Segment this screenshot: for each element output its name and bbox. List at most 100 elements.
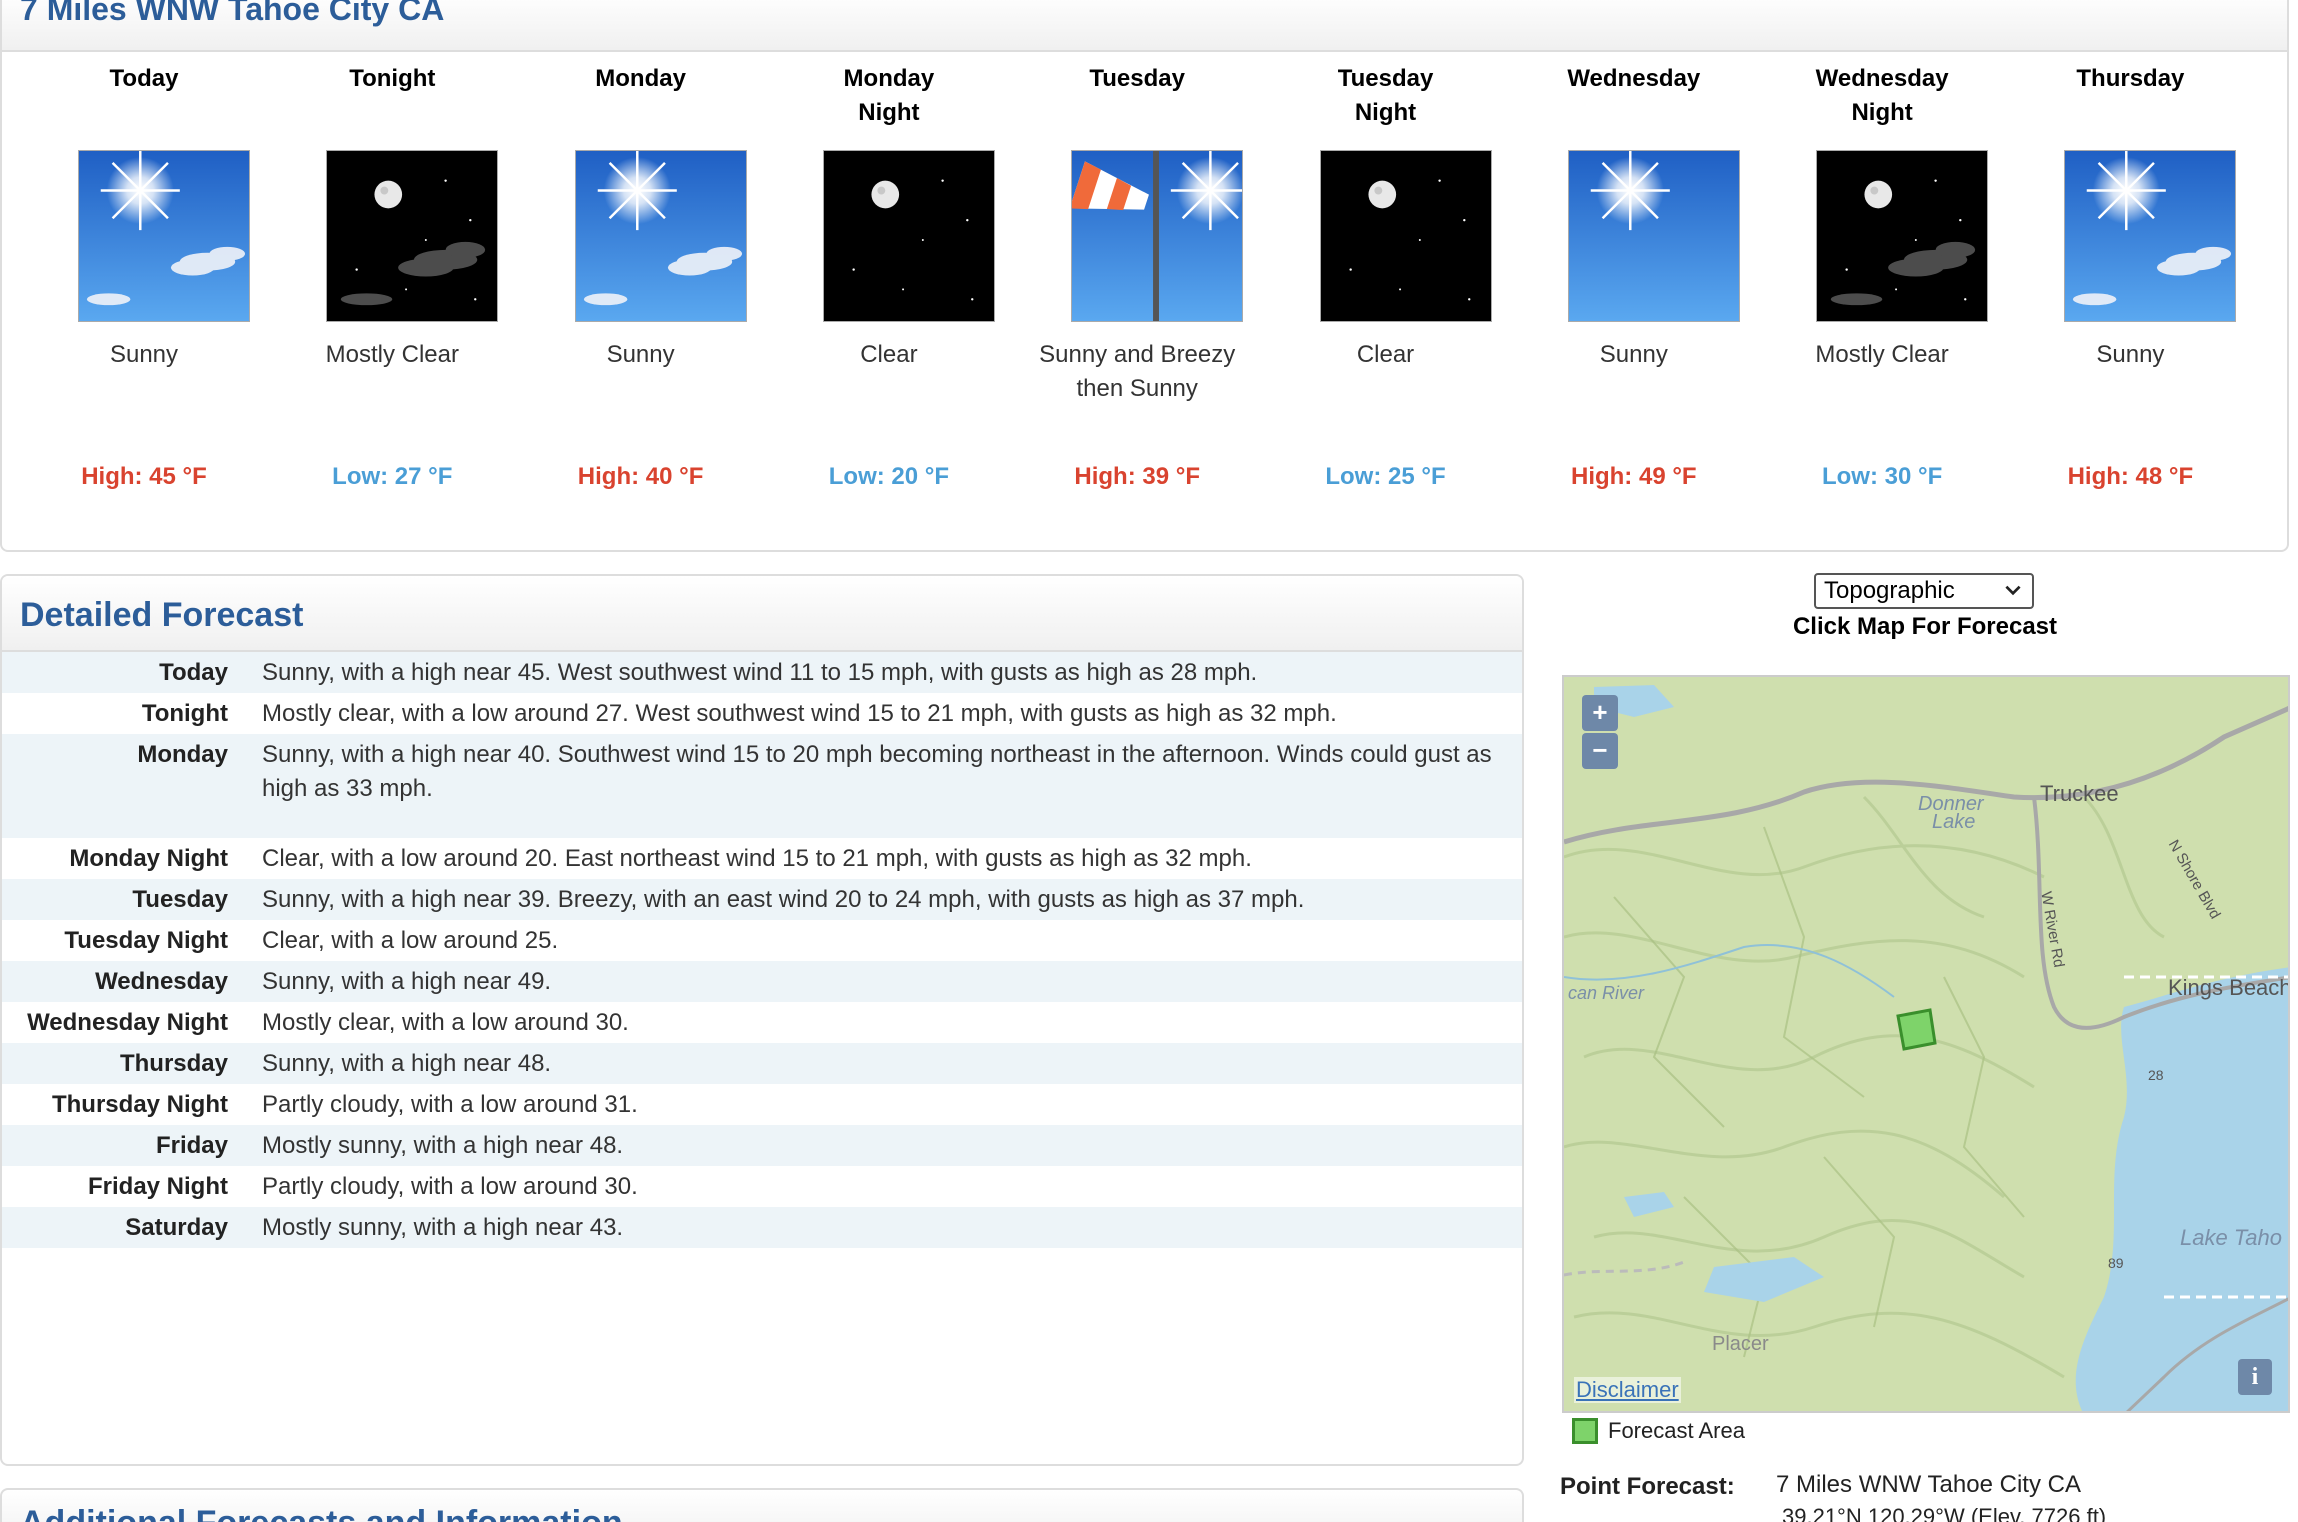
row-text: Partly cloudy, with a low around 30. bbox=[262, 1173, 638, 1200]
detailed-forecast-row: Monday Sunny, with a high near 40. Southw… bbox=[2, 734, 1522, 838]
panel-header: 7 Miles WNW Tahoe City CA bbox=[2, 0, 2287, 52]
map-label-river: can River bbox=[1568, 983, 1645, 1003]
disclaimer-link[interactable]: Disclaimer bbox=[1574, 1377, 1681, 1403]
zoom-out-button[interactable]: − bbox=[1582, 733, 1618, 769]
mostly-clear-night-icon[interactable] bbox=[326, 150, 499, 322]
clear-night-icon[interactable] bbox=[1319, 150, 1492, 322]
high-temp: High: 49 °F bbox=[1570, 463, 1697, 490]
point-forecast-label: Point Forecast: bbox=[1560, 1473, 1735, 1500]
period-name: Wednesday bbox=[1510, 62, 1758, 132]
period-name-line1: Today bbox=[109, 65, 179, 92]
legend-label: Forecast Area bbox=[1608, 1418, 1745, 1443]
detailed-forecast-row: Monday Night Clear, with a low around 20.… bbox=[2, 838, 1522, 879]
map-label-truckee: Truckee bbox=[2040, 781, 2119, 806]
row-text: Mostly clear, with a low around 30. bbox=[262, 1009, 629, 1036]
period-name-line1: Monday bbox=[843, 65, 935, 92]
topographic-map-image bbox=[1564, 677, 2288, 1411]
row-text: Mostly clear, with a low around 27. West… bbox=[262, 700, 1337, 727]
row-label: Friday Night bbox=[87, 1173, 228, 1200]
forecast-period[interactable]: Monday Sunny High: 40 °F bbox=[517, 62, 765, 542]
map-label-lake: Lake bbox=[1932, 811, 1976, 833]
period-short-forecast: Clear bbox=[860, 341, 918, 368]
row-label: Tonight bbox=[141, 700, 228, 727]
point-forecast-value: 7 Miles WNW Tahoe City CA bbox=[1776, 1471, 2081, 1498]
low-temp: Low: 20 °F bbox=[828, 463, 950, 490]
forecast-period[interactable]: Wednesday Sunny High: 49 °F bbox=[1510, 62, 1758, 542]
row-label: Monday bbox=[137, 741, 228, 768]
map-label-route-89: 89 bbox=[2108, 1255, 2124, 1271]
forecast-period[interactable]: Monday Night Clear Low: 20 °F bbox=[765, 62, 1013, 542]
row-label: Thursday Night bbox=[51, 1091, 228, 1118]
map-layer-select[interactable]: Topographic bbox=[1814, 573, 2034, 609]
map-label-kings-beach: Kings Beach bbox=[2168, 975, 2290, 1000]
row-text: Sunny, with a high near 39. Breezy, with… bbox=[262, 886, 1305, 913]
high-temp: High: 39 °F bbox=[1074, 463, 1200, 490]
clear-night-icon[interactable] bbox=[822, 150, 995, 322]
high-temp: High: 40 °F bbox=[577, 463, 704, 490]
row-label: Saturday bbox=[125, 1214, 228, 1241]
detailed-forecast-title: Detailed Forecast bbox=[20, 596, 304, 634]
detailed-forecast-row: Friday Night Partly cloudy, with a low ar… bbox=[2, 1166, 1522, 1207]
chevron-down-icon bbox=[2005, 585, 2021, 596]
map-label-route-28: 28 bbox=[2148, 1067, 2164, 1083]
map-label-lake-tahoe: Lake Taho bbox=[2180, 1225, 2282, 1250]
forecast-periods: Today Sunny High: 45 °F Tonight Mostly Cle… bbox=[2, 62, 2287, 542]
row-label: Monday Night bbox=[69, 845, 228, 872]
period-name: Tuesday Night bbox=[1262, 62, 1510, 132]
high-temp: High: 45 °F bbox=[81, 463, 207, 490]
windy-sunny-icon[interactable] bbox=[1071, 150, 1244, 322]
forecast-period[interactable]: Thursday Sunny High: 48 °F bbox=[2006, 62, 2254, 542]
point-forecast-coords: 39.21°N 120.29°W (Elev. 7726 ft) bbox=[1782, 1504, 2107, 1522]
row-text: Sunny, with a high near 49. bbox=[262, 968, 552, 995]
period-name-line1: Monday bbox=[595, 65, 686, 92]
period-name: Wednesday Night bbox=[1758, 62, 2006, 132]
sunny-icon[interactable] bbox=[574, 150, 747, 322]
period-short-forecast: Mostly Clear bbox=[1815, 341, 1949, 368]
high-temp: High: 48 °F bbox=[2067, 463, 2194, 490]
row-text: Sunny, with a high near 45. West southwe… bbox=[262, 659, 1258, 686]
period-name: Tonight bbox=[268, 62, 516, 132]
zoom-in-button[interactable]: + bbox=[1582, 695, 1618, 731]
detailed-forecast-row: Wednesday Sunny, with a high near 49. bbox=[2, 961, 1522, 1002]
period-name-line1: Thursday bbox=[2076, 65, 2185, 92]
forecast-period[interactable]: Tuesday Sunny and Breezy then Sunny High:… bbox=[1013, 62, 1261, 542]
detailed-forecast-row: Tuesday Night Clear, with a low around 25… bbox=[2, 920, 1522, 961]
period-name: Monday Night bbox=[765, 62, 1013, 132]
sunny-icon[interactable] bbox=[78, 150, 250, 322]
period-name: Today bbox=[20, 62, 268, 132]
row-text: Clear, with a low around 25. bbox=[262, 927, 559, 954]
map-label-placer: Placer bbox=[1712, 1333, 1769, 1355]
map-layer-select-value: Topographic bbox=[1824, 577, 1955, 604]
detailed-forecast-row: Tonight Mostly clear, with a low around 2… bbox=[2, 693, 1522, 734]
forecast-period[interactable]: Tuesday Night Clear Low: 25 °F bbox=[1262, 62, 1510, 542]
map-caption: Click Map For Forecast bbox=[1792, 613, 2058, 640]
additional-info-panel: Additional Forecasts and Information bbox=[0, 1488, 1524, 1522]
forecast-area-swatch bbox=[1572, 1418, 1598, 1444]
detailed-forecast-row: Thursday Night Partly cloudy, with a low … bbox=[2, 1084, 1522, 1125]
row-text: Mostly sunny, with a high near 43. bbox=[262, 1214, 624, 1241]
sunny-clear-icon[interactable] bbox=[1567, 150, 1740, 322]
row-text: Mostly sunny, with a high near 48. bbox=[262, 1132, 624, 1159]
detailed-forecast-row: Friday Mostly sunny, with a high near 48. bbox=[2, 1125, 1522, 1166]
period-name-line1: Tuesday bbox=[1089, 65, 1185, 92]
period-name-line2: Night bbox=[1851, 99, 1913, 126]
period-name-line1: Wednesday bbox=[1815, 65, 1949, 92]
forecast-period[interactable]: Wednesday Night Mostly Clear Low: 30 °F bbox=[1758, 62, 2006, 542]
info-button[interactable]: i bbox=[2238, 1359, 2272, 1395]
period-name-line2: Night bbox=[858, 99, 920, 126]
period-short-forecast: Sunny bbox=[2096, 341, 2165, 368]
forecast-period[interactable]: Tonight Mostly Clear Low: 27 °F bbox=[268, 62, 516, 542]
detailed-forecast-row: Thursday Sunny, with a high near 48. bbox=[2, 1043, 1522, 1084]
mostly-clear-night-icon[interactable] bbox=[1816, 150, 1989, 322]
period-short-forecast: Sunny bbox=[606, 341, 675, 368]
sunny-icon[interactable] bbox=[2064, 150, 2237, 322]
detailed-forecast-row: Wednesday Night Mostly clear, with a low … bbox=[2, 1002, 1522, 1043]
low-temp: Low: 25 °F bbox=[1325, 463, 1446, 490]
period-name: Monday bbox=[517, 62, 765, 132]
row-label: Thursday bbox=[119, 1050, 228, 1077]
forecast-map[interactable]: + − Truckee Donner Lake Kings Beach Lake… bbox=[1562, 675, 2290, 1413]
forecast-period[interactable]: Today Sunny High: 45 °F bbox=[20, 62, 268, 542]
period-short-forecast: Mostly Clear bbox=[325, 341, 459, 368]
detailed-forecast-header: Detailed Forecast bbox=[2, 576, 1522, 652]
low-temp: Low: 27 °F bbox=[332, 463, 453, 490]
